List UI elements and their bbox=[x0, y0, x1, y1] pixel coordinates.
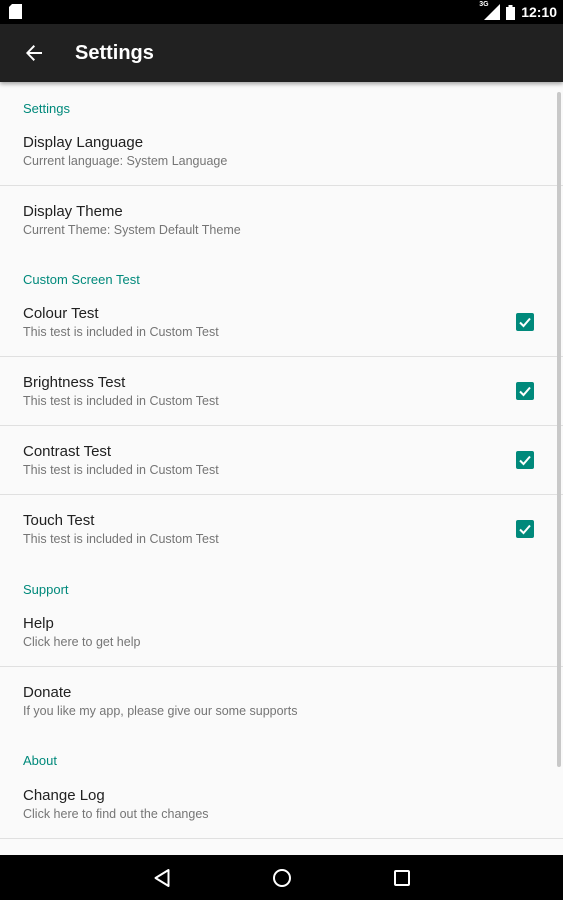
item-summary: Current language: System Language bbox=[23, 154, 228, 168]
colour-test-checkbox[interactable] bbox=[516, 313, 534, 331]
item-title: Display Theme bbox=[23, 203, 123, 220]
item-summary: Click here to get help bbox=[23, 635, 141, 649]
display-theme-item[interactable]: Display Theme Current Theme: System Defa… bbox=[0, 203, 563, 272]
item-summary: This test is included in Custom Test bbox=[23, 463, 219, 477]
section-header-settings: Settings bbox=[23, 101, 70, 116]
divider bbox=[0, 185, 563, 186]
status-bar: 3G 12:10 bbox=[0, 0, 563, 24]
divider bbox=[0, 838, 563, 839]
status-time: 12:10 bbox=[521, 4, 557, 20]
change-log-item[interactable]: Change Log Click here to find out the ch… bbox=[0, 787, 563, 854]
settings-list[interactable]: Settings Display Language Current langua… bbox=[0, 82, 563, 854]
brightness-test-item[interactable]: Brightness Test This test is included in… bbox=[0, 374, 563, 443]
system-navigation-bar bbox=[0, 855, 563, 900]
item-title: Brightness Test bbox=[23, 374, 126, 391]
touch-test-item[interactable]: Touch Test This test is included in Cust… bbox=[0, 512, 563, 581]
circle-home-icon bbox=[272, 868, 292, 888]
item-summary: This test is included in Custom Test bbox=[23, 532, 219, 546]
item-title: Donate bbox=[23, 684, 72, 701]
item-summary: Click here to find out the changes bbox=[23, 807, 209, 821]
page-title: Settings bbox=[75, 42, 154, 64]
item-summary: Current Theme: System Default Theme bbox=[23, 223, 241, 237]
back-button[interactable] bbox=[18, 37, 50, 69]
colour-test-item[interactable]: Colour Test This test is included in Cus… bbox=[0, 305, 563, 374]
item-title: Touch Test bbox=[23, 512, 95, 529]
item-title: Change Log bbox=[23, 787, 105, 804]
check-icon bbox=[518, 315, 532, 329]
contrast-test-checkbox[interactable] bbox=[516, 451, 534, 469]
display-language-item[interactable]: Display Language Current language: Syste… bbox=[0, 134, 563, 203]
battery-icon bbox=[506, 4, 516, 20]
item-title: Colour Test bbox=[23, 305, 99, 322]
item-summary: This test is included in Custom Test bbox=[23, 325, 219, 339]
divider bbox=[0, 666, 563, 667]
status-indicators: 3G 12:10 bbox=[479, 0, 557, 24]
item-title: Display Language bbox=[23, 134, 144, 151]
section-header-about: About bbox=[23, 753, 57, 768]
app-bar: Settings bbox=[0, 24, 563, 82]
touch-test-checkbox[interactable] bbox=[516, 520, 534, 538]
arrow-back-icon bbox=[25, 44, 43, 62]
divider bbox=[0, 494, 563, 495]
check-icon bbox=[518, 522, 532, 536]
brightness-test-checkbox[interactable] bbox=[516, 382, 534, 400]
item-title: Help bbox=[23, 615, 54, 632]
divider bbox=[0, 356, 563, 357]
triangle-back-icon bbox=[153, 868, 171, 888]
item-summary: This test is included in Custom Test bbox=[23, 394, 219, 408]
donate-item[interactable]: Donate If you like my app, please give o… bbox=[0, 684, 563, 753]
network-type-label: 3G bbox=[479, 1, 489, 8]
check-icon bbox=[518, 384, 532, 398]
section-header-custom-screen-test: Custom Screen Test bbox=[23, 272, 140, 287]
help-item[interactable]: Help Click here to get help bbox=[0, 615, 563, 684]
nav-back-button[interactable] bbox=[148, 864, 176, 892]
item-summary: If you like my app, please give our some… bbox=[23, 704, 298, 718]
contrast-test-item[interactable]: Contrast Test This test is included in C… bbox=[0, 443, 563, 512]
square-recents-icon bbox=[393, 869, 411, 887]
scrollbar[interactable] bbox=[557, 92, 561, 767]
nav-home-button[interactable] bbox=[268, 864, 296, 892]
notification-icon bbox=[9, 4, 22, 19]
check-icon bbox=[518, 453, 532, 467]
item-title: Contrast Test bbox=[23, 443, 112, 460]
section-header-support: Support bbox=[23, 582, 69, 597]
divider bbox=[0, 425, 563, 426]
nav-recents-button[interactable] bbox=[388, 864, 416, 892]
signal-icon: 3G bbox=[479, 1, 501, 20]
